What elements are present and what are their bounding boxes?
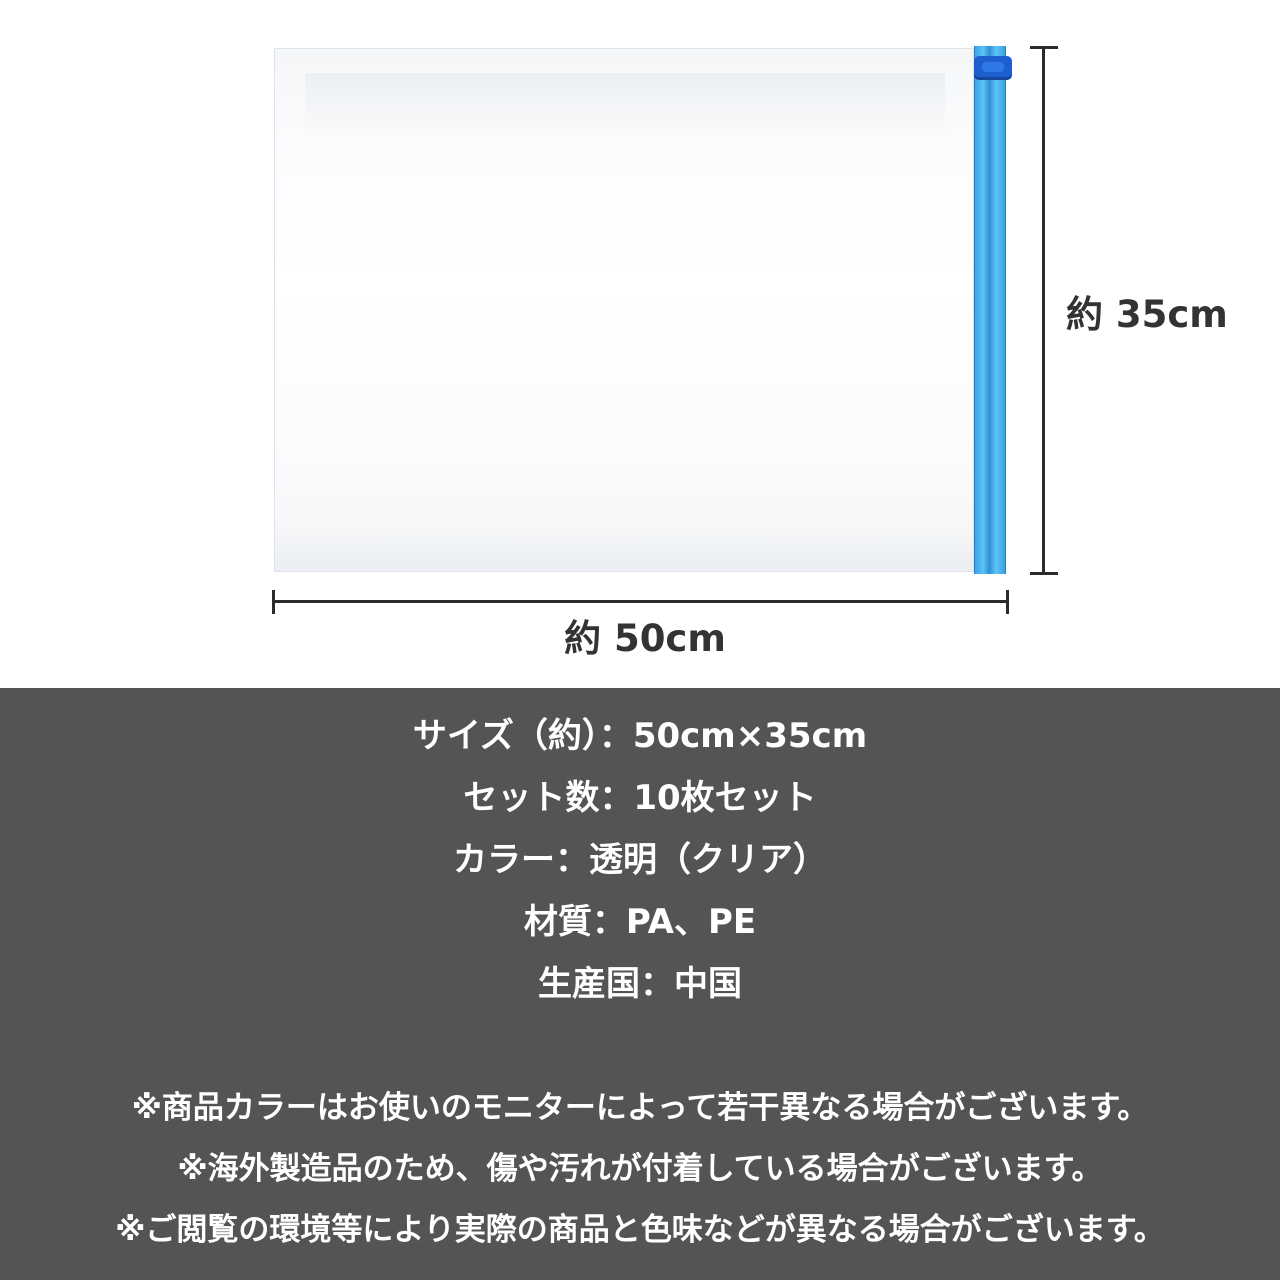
width-dimension-line	[274, 600, 1008, 603]
note-color-variance: ※商品カラーはお使いのモニターによって若干異なる場合がございます。	[131, 1090, 1149, 1126]
width-dimension-cap-right	[1006, 590, 1009, 614]
height-dimension-cap-bottom	[1030, 572, 1058, 575]
spec-color: カラー：透明（クリア）	[453, 840, 827, 880]
spec-material: 材質：PA、PE	[523, 902, 757, 942]
zipper-slider	[974, 56, 1012, 80]
spec-country: 生産国：中国	[538, 964, 742, 1004]
spec-size: サイズ（約）：50cm×35cm	[412, 716, 868, 756]
note-overseas-product: ※海外製造品のため、傷や汚れが付着している場合がございます。	[177, 1151, 1103, 1187]
bag-sheen	[305, 73, 945, 143]
width-dimension-cap-left	[272, 590, 275, 614]
clear-storage-bag	[274, 48, 974, 572]
product-illustration-area: 約 35cm 約 50cm	[0, 0, 1280, 688]
width-dimension-label: 約 50cm	[564, 617, 726, 660]
height-dimension-cap-top	[1030, 46, 1058, 49]
note-viewing-environment: ※ご閲覧の環境等により実際の商品と色味などが異なる場合がございます。	[115, 1212, 1165, 1248]
height-dimension-label: 約 35cm	[1066, 293, 1228, 336]
bag-zipper	[974, 46, 1006, 574]
spec-set-count: セット数：10枚セット	[463, 778, 817, 818]
bag-shadow	[275, 531, 973, 571]
height-dimension-line	[1042, 48, 1045, 574]
